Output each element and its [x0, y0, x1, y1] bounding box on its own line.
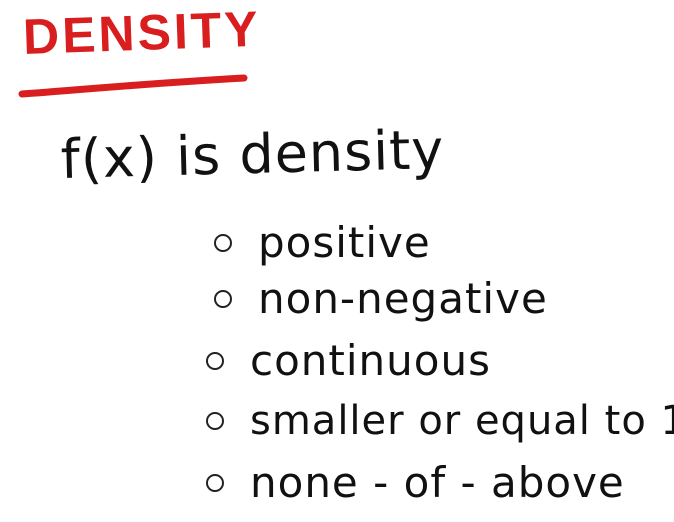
answer-option-none-of-above[interactable]: none - of - above: [206, 458, 625, 507]
radio-button[interactable]: [206, 412, 224, 430]
radio-button[interactable]: [206, 351, 224, 370]
answer-option-non-negative[interactable]: non-negative: [214, 274, 548, 323]
option-label: continuous: [250, 336, 491, 385]
option-label: non-negative: [258, 274, 548, 323]
option-label: none - of - above: [250, 458, 625, 507]
answer-option-positive[interactable]: positive: [214, 218, 431, 267]
option-label: positive: [258, 218, 431, 267]
option-label: smaller or equal to 1: [250, 398, 674, 444]
radio-button[interactable]: [214, 233, 232, 252]
answer-option-smaller-or-equal-to-1[interactable]: smaller or equal to 1: [206, 398, 674, 444]
answer-options: positive non-negative continuous smaller…: [0, 0, 674, 522]
answer-option-continuous[interactable]: continuous: [206, 336, 491, 385]
radio-button[interactable]: [214, 289, 232, 308]
radio-button[interactable]: [206, 473, 224, 492]
